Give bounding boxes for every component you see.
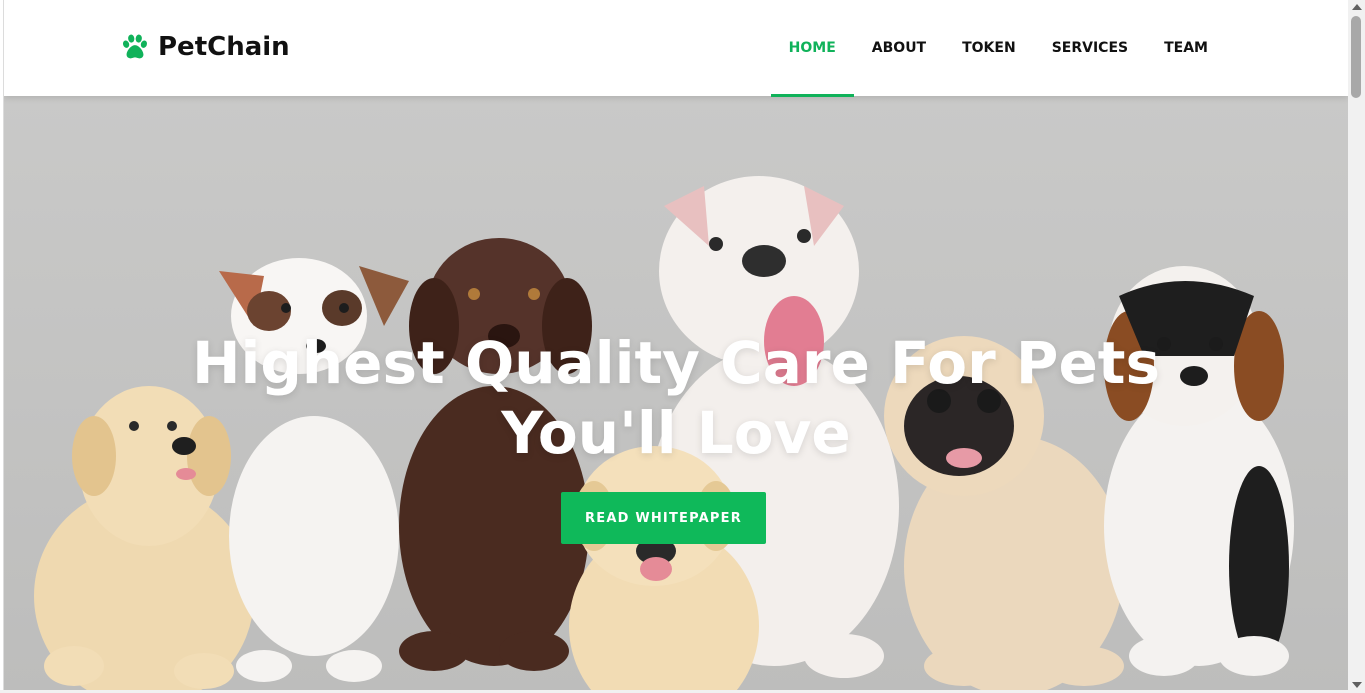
nav-item-about[interactable]: ABOUT	[854, 0, 944, 96]
hero-section: Highest Quality Care For Pets You'll Lov…	[4, 96, 1348, 693]
scroll-thumb[interactable]	[1351, 16, 1361, 98]
nav-item-team[interactable]: TEAM	[1146, 0, 1226, 96]
nav-item-token[interactable]: TOKEN	[944, 0, 1034, 96]
page-scrollbar[interactable]	[1348, 0, 1365, 693]
site-header: PetChain HOME ABOUT TOKEN SERVICES TEAM	[4, 0, 1348, 97]
hero-title-line-2: You'll Love	[501, 399, 851, 467]
nav-item-home[interactable]: HOME	[770, 0, 854, 97]
main-nav: HOME ABOUT TOKEN SERVICES TEAM	[770, 0, 1226, 97]
brand-name: PetChain	[158, 32, 290, 62]
paw-icon	[122, 34, 148, 59]
scroll-up-arrow-icon[interactable]	[1352, 4, 1362, 10]
scroll-down-arrow-icon[interactable]	[1352, 682, 1362, 688]
page-viewport: PetChain HOME ABOUT TOKEN SERVICES TEAM	[4, 0, 1348, 693]
hero-title-line-1: Highest Quality Care For Pets	[191, 329, 1161, 397]
nav-item-services[interactable]: SERVICES	[1034, 0, 1146, 96]
brand-logo[interactable]: PetChain	[120, 30, 290, 64]
hero-title: Highest Quality Care For Pets You'll Lov…	[4, 328, 1348, 468]
read-whitepaper-button[interactable]: READ WHITEPAPER	[561, 492, 766, 544]
